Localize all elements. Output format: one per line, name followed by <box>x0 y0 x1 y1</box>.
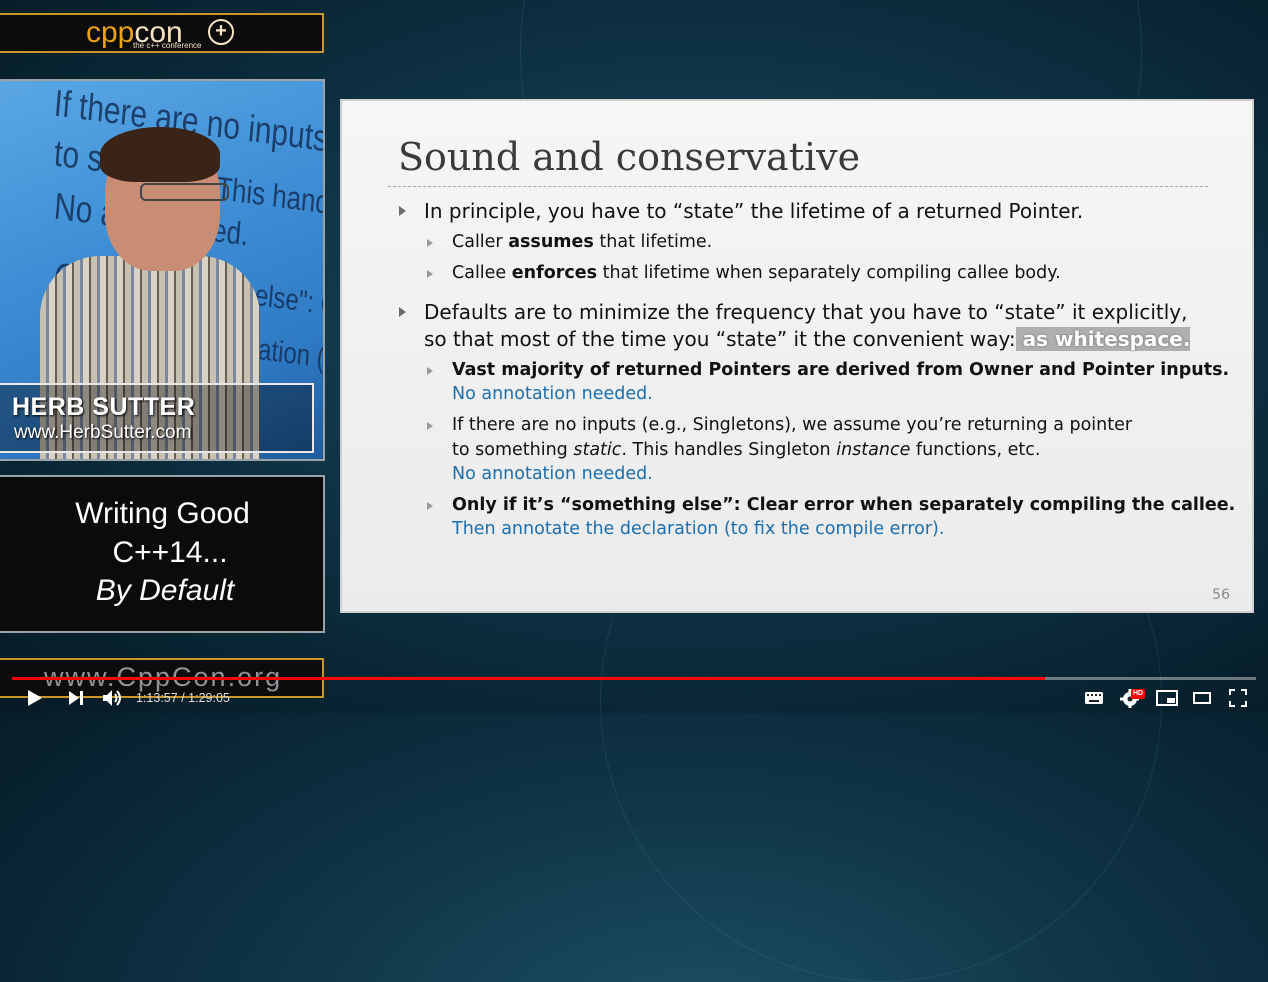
sub-bullet-arrow-icon <box>427 422 433 430</box>
speaker-website: www.HerbSutter.com <box>14 422 192 443</box>
speaker-video: If there are no inputs (e.g., Singleto t… <box>0 79 325 461</box>
text-fragment: Caller <box>452 232 509 252</box>
duration: 1:29:05 <box>188 691 230 705</box>
bullet-arrow-icon <box>399 307 406 317</box>
whitespace-highlight: as whitespace. <box>1015 327 1191 351</box>
text-fragment: that lifetime when separately compiling … <box>597 263 1061 283</box>
time-separator: / <box>177 691 189 705</box>
sub-bullet-no-inputs-line2: to something static. This handles Single… <box>452 440 1040 460</box>
slide-page-number: 56 <box>1212 587 1230 603</box>
talk-title-line2: C++14... <box>112 536 228 569</box>
bullet-lifetime: In principle, you have to “state” the li… <box>424 199 1084 223</box>
title-divider <box>388 186 1208 187</box>
hd-badge: HD <box>1131 689 1146 699</box>
sub-bullet-majority: Vast majority of returned Pointers are d… <box>452 360 1230 380</box>
current-time: 1:13:57 <box>136 691 178 705</box>
volume-icon[interactable] <box>101 688 125 708</box>
text-fragment: that lifetime. <box>593 232 713 252</box>
talk-title-line1: Writing Good <box>75 497 250 530</box>
sub-bullet-something-else-note: Then annotate the declaration (to fix th… <box>452 519 945 539</box>
played-bar <box>12 677 1045 680</box>
logo-tagline: the c++ conference <box>133 41 202 50</box>
text-fragment: to something <box>452 440 574 460</box>
bullet-defaults-line1: Defaults are to minimize the frequency t… <box>424 300 1188 324</box>
play-icon[interactable] <box>26 688 44 708</box>
sub-bullet-arrow-icon <box>427 270 433 278</box>
bullet-arrow-icon <box>399 206 406 216</box>
progress-bar[interactable] <box>12 677 1256 680</box>
emphasis-text: assumes <box>508 232 594 252</box>
cppcon-logo: cppcon the c++ conference + <box>0 13 324 53</box>
speaker-name: HERB SUTTER <box>12 393 196 421</box>
next-icon[interactable] <box>67 690 85 706</box>
text-fragment: Callee <box>452 263 512 283</box>
sub-bullet-callee: Callee enforces that lifetime when separ… <box>452 263 1061 283</box>
bullet-defaults-line2: so that most of the time you “state” it … <box>424 327 1191 351</box>
time-display: 1:13:57 / 1:29:05 <box>136 691 230 705</box>
italic-text: static <box>573 440 622 460</box>
sub-bullet-arrow-icon <box>427 502 433 510</box>
logo-cpp: cpp <box>86 16 135 49</box>
sub-bullet-something-else: Only if it’s “something else”: Clear err… <box>452 495 1236 515</box>
text-fragment: so that most of the time you “state” it … <box>424 327 1016 351</box>
italic-text: instance <box>836 440 911 460</box>
text-fragment: . This handles Singleton <box>621 440 837 460</box>
speaker-name-plate: HERB SUTTER www.HerbSutter.com <box>0 383 314 453</box>
sub-bullet-no-inputs-note: No annotation needed. <box>452 464 653 484</box>
talk-title-line3: By Default <box>95 574 235 607</box>
emphasis-text: enforces <box>511 263 598 283</box>
logo-plus-icon: + <box>208 19 234 45</box>
miniplayer-icon[interactable] <box>1156 690 1178 706</box>
talk-title-panel: Writing Good C++14... By Default <box>0 475 325 633</box>
sub-bullet-caller: Caller assumes that lifetime. <box>452 232 712 252</box>
sub-bullet-arrow-icon <box>427 239 433 247</box>
sub-bullet-no-inputs: If there are no inputs (e.g., Singletons… <box>452 415 1133 435</box>
sub-bullet-majority-note: No annotation needed. <box>452 384 653 404</box>
theater-icon[interactable] <box>1193 692 1211 704</box>
keyboard-icon[interactable] <box>1084 691 1104 705</box>
text-fragment: functions, etc. <box>910 440 1041 460</box>
slide-title: Sound and conservative <box>398 135 861 179</box>
presentation-slide: Sound and conservative In principle, you… <box>340 99 1254 613</box>
sub-bullet-arrow-icon <box>427 367 433 375</box>
fullscreen-icon[interactable] <box>1229 689 1247 707</box>
